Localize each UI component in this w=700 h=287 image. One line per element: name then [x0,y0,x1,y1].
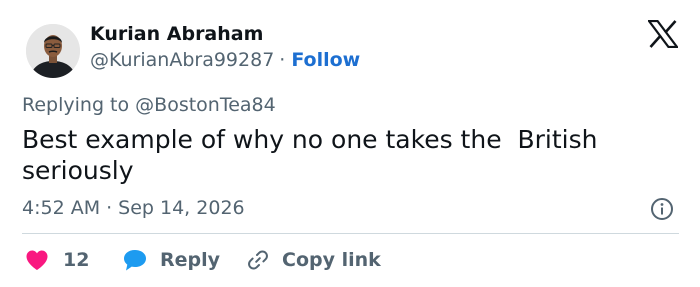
replying-to: Replying to @BostonTea84 [22,94,276,116]
author-handle-line: @KurianAbra99287 · Follow [90,49,360,71]
tweet-time: 4:52 AM [22,197,101,219]
action-bar: 12 Reply Copy link [0,244,700,276]
like-count: 12 [63,249,90,271]
reply-label: Reply [160,249,221,271]
link-icon [246,248,270,272]
follow-button[interactable]: Follow [291,49,360,71]
divider [22,233,679,234]
copy-link-button[interactable]: Copy link [246,244,381,276]
tweet-date: Sep 14, 2026 [118,197,245,219]
avatar-image [26,24,80,78]
speech-bubble-icon [122,248,148,272]
reply-button[interactable]: Reply [122,244,220,276]
replying-to-prefix: Replying to [22,94,136,116]
handle-separator: · [279,49,286,71]
author-name[interactable]: Kurian Abraham [90,23,263,45]
replying-to-handle[interactable]: @BostonTea84 [135,94,276,116]
avatar[interactable] [26,24,80,78]
info-icon[interactable] [650,197,674,221]
like-button[interactable]: 12 [25,244,89,276]
tweet-card: Kurian Abraham @KurianAbra99287 · Follow R… [0,0,700,287]
copy-link-label: Copy link [282,249,381,271]
heart-icon [25,249,49,271]
tweet-timestamp[interactable]: 4:52 AM · Sep 14, 2026 [22,197,245,219]
tweet-text: Best example of why no one takes the Bri… [22,125,606,185]
author-handle[interactable]: @KurianAbra99287 [90,49,274,71]
x-logo-icon[interactable] [646,19,680,49]
timestamp-separator: · [106,197,113,219]
